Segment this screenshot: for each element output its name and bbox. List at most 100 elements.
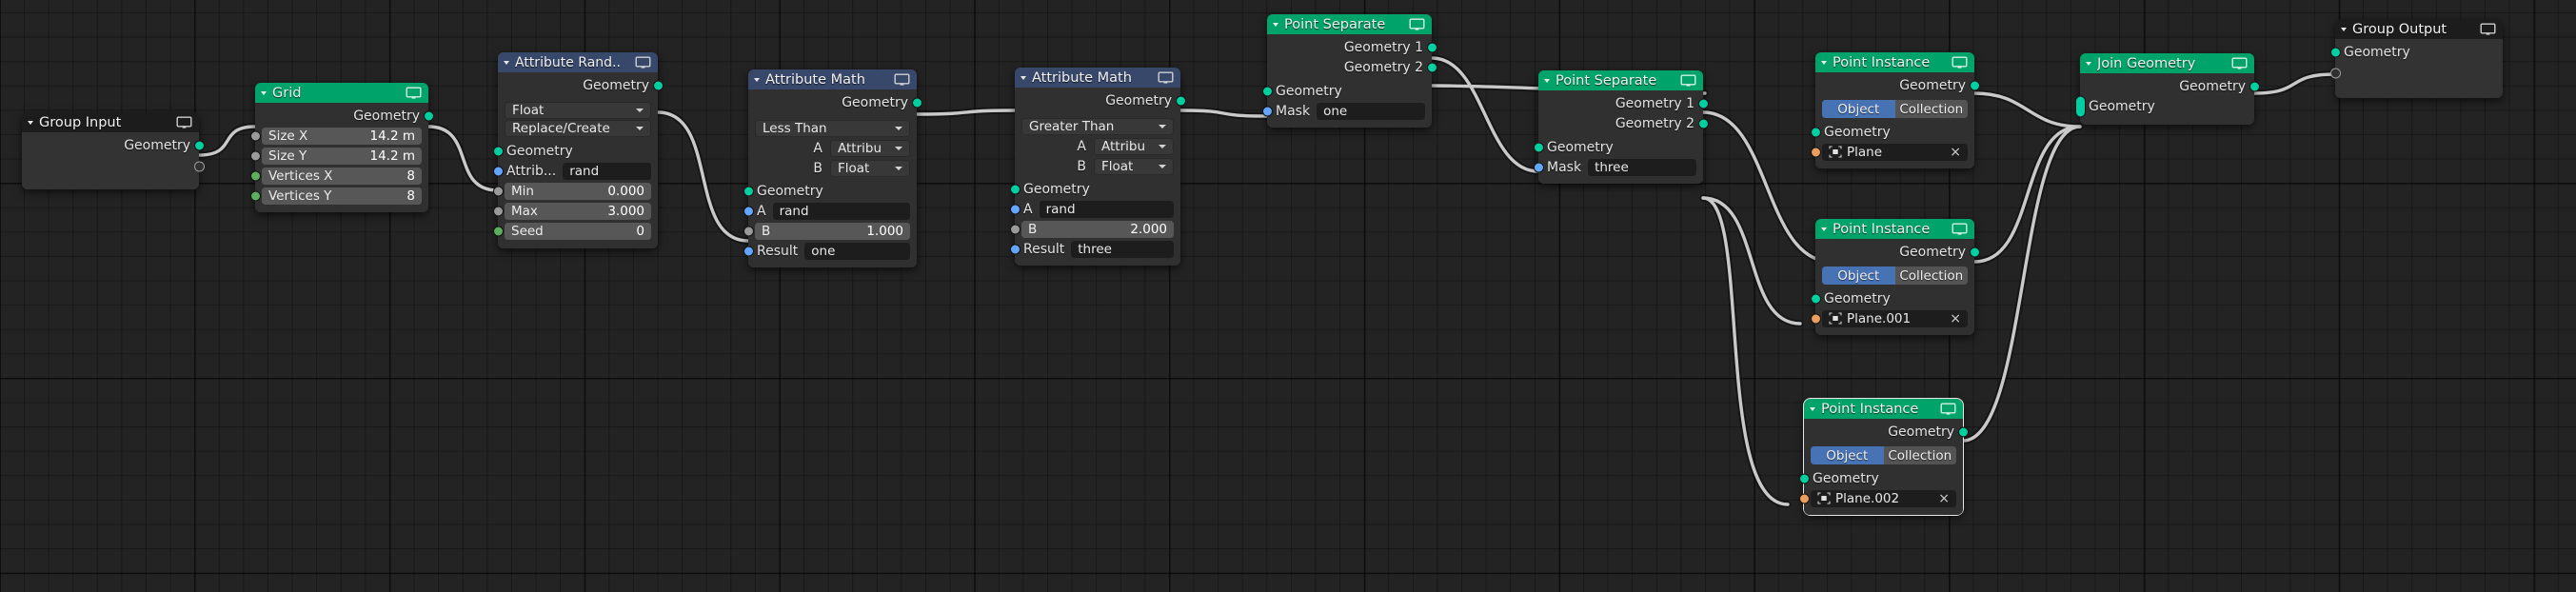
collapse-triangle-icon[interactable] [1821,227,1827,231]
toggle-object[interactable]: Object [1822,100,1895,118]
operation-dropdown[interactable]: Less Than [755,119,910,137]
output-row-geometry[interactable]: Geometry [255,106,434,126]
node-header[interactable]: Attribute Math [1015,68,1180,88]
toggle-object[interactable]: Object [1822,266,1895,285]
viewer-monitor-icon[interactable] [635,56,651,69]
collapse-triangle-icon[interactable] [1544,78,1550,83]
collapse-triangle-icon[interactable] [504,60,509,65]
input-row-object[interactable]: Plane × [1810,142,1974,162]
data-type-dropdown[interactable]: Float [505,101,651,119]
input-row-b[interactable]: B 2.000 [1009,219,1180,239]
output-socket-geometry[interactable] [1969,80,1980,90]
input-row-geometry[interactable]: Geometry [492,142,658,162]
viewer-monitor-icon[interactable] [406,87,422,100]
input-socket-object[interactable] [1810,147,1821,157]
input-socket-a[interactable] [1009,204,1020,214]
input-socket-b[interactable] [743,226,754,236]
input-socket-result[interactable] [1009,244,1020,254]
viewer-monitor-icon[interactable] [1940,403,1956,416]
close-icon[interactable]: × [1950,312,1961,326]
input-type-b-row[interactable]: B Float [748,158,917,178]
output-socket-geometry[interactable] [2249,81,2260,91]
node-header[interactable]: Point Instance [1815,52,1974,72]
input-row-size-x[interactable]: Size X 14.2 m [249,126,428,146]
output-socket-geometry[interactable] [652,80,664,90]
input-row-attribute[interactable]: Attrib... rand [492,162,658,182]
input-row-geometry[interactable]: Geometry [1533,137,1703,157]
node-point-separate-2[interactable]: Point Separate Geometry 1 Geometry 2 Geo… [1533,70,1709,184]
input-socket-geometry[interactable] [2329,47,2341,57]
object-selector[interactable]: Plane × [1822,143,1968,161]
input-row-geometry[interactable]: Geometry [2329,42,2503,62]
input-row-result[interactable]: Result three [1009,239,1180,259]
input-row-size-y[interactable]: Size Y 14.2 m [249,146,428,166]
collapse-triangle-icon[interactable] [1810,406,1815,411]
input-socket-vertices-x[interactable] [249,170,261,181]
type-b-dropdown[interactable]: Float [830,159,910,177]
object-selector[interactable]: Plane.001 × [1822,309,1968,327]
size-x-slider[interactable]: Size X 14.2 m [262,127,422,145]
input-socket-geometry-multi[interactable] [2074,95,2086,117]
output-socket-geometry-2[interactable] [1426,62,1437,72]
viewer-monitor-icon[interactable] [176,116,192,129]
output-row-geometry[interactable]: Geometry [1804,422,1969,442]
input-row-mask[interactable]: Mask three [1533,157,1703,177]
output-row-geometry-2[interactable]: Geometry 2 [1538,113,1709,133]
size-y-slider[interactable]: Size Y 14.2 m [262,147,422,165]
close-icon[interactable]: × [1938,492,1950,505]
node-point-instance-2[interactable]: Point Instance Geometry Object Collectio… [1810,219,1980,335]
node-header[interactable]: Group Input [22,112,199,132]
vertices-x-slider[interactable]: Vertices X 8 [262,167,422,185]
input-row-min[interactable]: Min 0.000 [492,182,658,202]
node-point-instance-1[interactable]: Point Instance Geometry Object Collectio… [1810,52,1980,168]
input-row-object[interactable]: Plane.002 × [1798,488,1963,508]
toggle-collection[interactable]: Collection [1894,266,1968,285]
node-attribute-randomize[interactable]: Attribute Rand.. Geometry Float Replace/… [492,52,664,248]
input-type-b-row[interactable]: B Float [1015,156,1180,176]
node-header[interactable]: Attribute Rand.. [498,52,658,72]
input-row-seed[interactable]: Seed 0 [492,222,658,242]
input-row-vertices-x[interactable]: Vertices X 8 [249,166,428,186]
output-row-geometry[interactable]: Geometry [498,75,664,95]
input-row-geometry[interactable]: Geometry [2074,95,2254,117]
input-socket-result[interactable] [743,246,754,256]
type-b-dropdown[interactable]: Float [1094,157,1174,175]
node-group-output[interactable]: Group Output Geometry [2329,19,2503,98]
input-row-geometry[interactable]: Geometry [1798,468,1963,488]
input-row-geometry[interactable]: Geometry [1261,81,1432,101]
input-socket-geometry[interactable] [492,146,504,157]
input-socket-a[interactable] [743,206,754,216]
input-socket-geometry[interactable] [1533,142,1544,152]
node-header[interactable]: Join Geometry [2080,53,2254,73]
input-socket-size-x[interactable] [249,130,261,141]
input-socket-seed[interactable] [492,226,504,237]
mask-attribute-input[interactable]: three [1588,158,1696,176]
viewer-monitor-icon[interactable] [2231,57,2248,70]
operation-dropdown[interactable]: Greater Than [1021,117,1174,135]
output-socket-geometry[interactable] [193,140,205,150]
viewer-monitor-icon[interactable] [1409,18,1425,31]
input-row-mask[interactable]: Mask one [1261,101,1432,121]
output-socket-virtual[interactable] [193,161,205,172]
instance-type-toggle[interactable]: Object Collection [1822,100,1968,118]
input-row-result[interactable]: Result one [743,241,917,261]
type-a-dropdown[interactable]: Attribu [830,139,910,157]
input-socket-mask[interactable] [1533,162,1544,172]
output-row-geometry-2[interactable]: Geometry 2 [1267,57,1437,77]
viewer-monitor-icon[interactable] [894,73,910,87]
input-socket-vertices-y[interactable] [249,190,261,201]
input-row-object[interactable]: Plane.001 × [1810,308,1974,328]
collapse-triangle-icon[interactable] [1821,60,1827,65]
input-row-geometry[interactable]: Geometry [1009,179,1180,199]
result-attribute-input[interactable]: one [804,242,910,260]
input-socket-mask[interactable] [1261,106,1273,116]
output-row-geometry[interactable]: Geometry [1015,90,1186,110]
b-value-slider[interactable]: B 1.000 [755,222,910,240]
input-row-a[interactable]: A rand [743,201,917,221]
mask-attribute-input[interactable]: one [1317,102,1425,120]
node-header[interactable]: Point Instance [1804,399,1963,419]
output-row-geometry[interactable]: Geometry [748,92,922,112]
node-attribute-math-1[interactable]: Attribute Math Geometry Less Than A Attr… [743,69,922,267]
viewer-monitor-icon[interactable] [1952,56,1968,69]
instance-type-toggle[interactable]: Object Collection [1811,446,1956,464]
